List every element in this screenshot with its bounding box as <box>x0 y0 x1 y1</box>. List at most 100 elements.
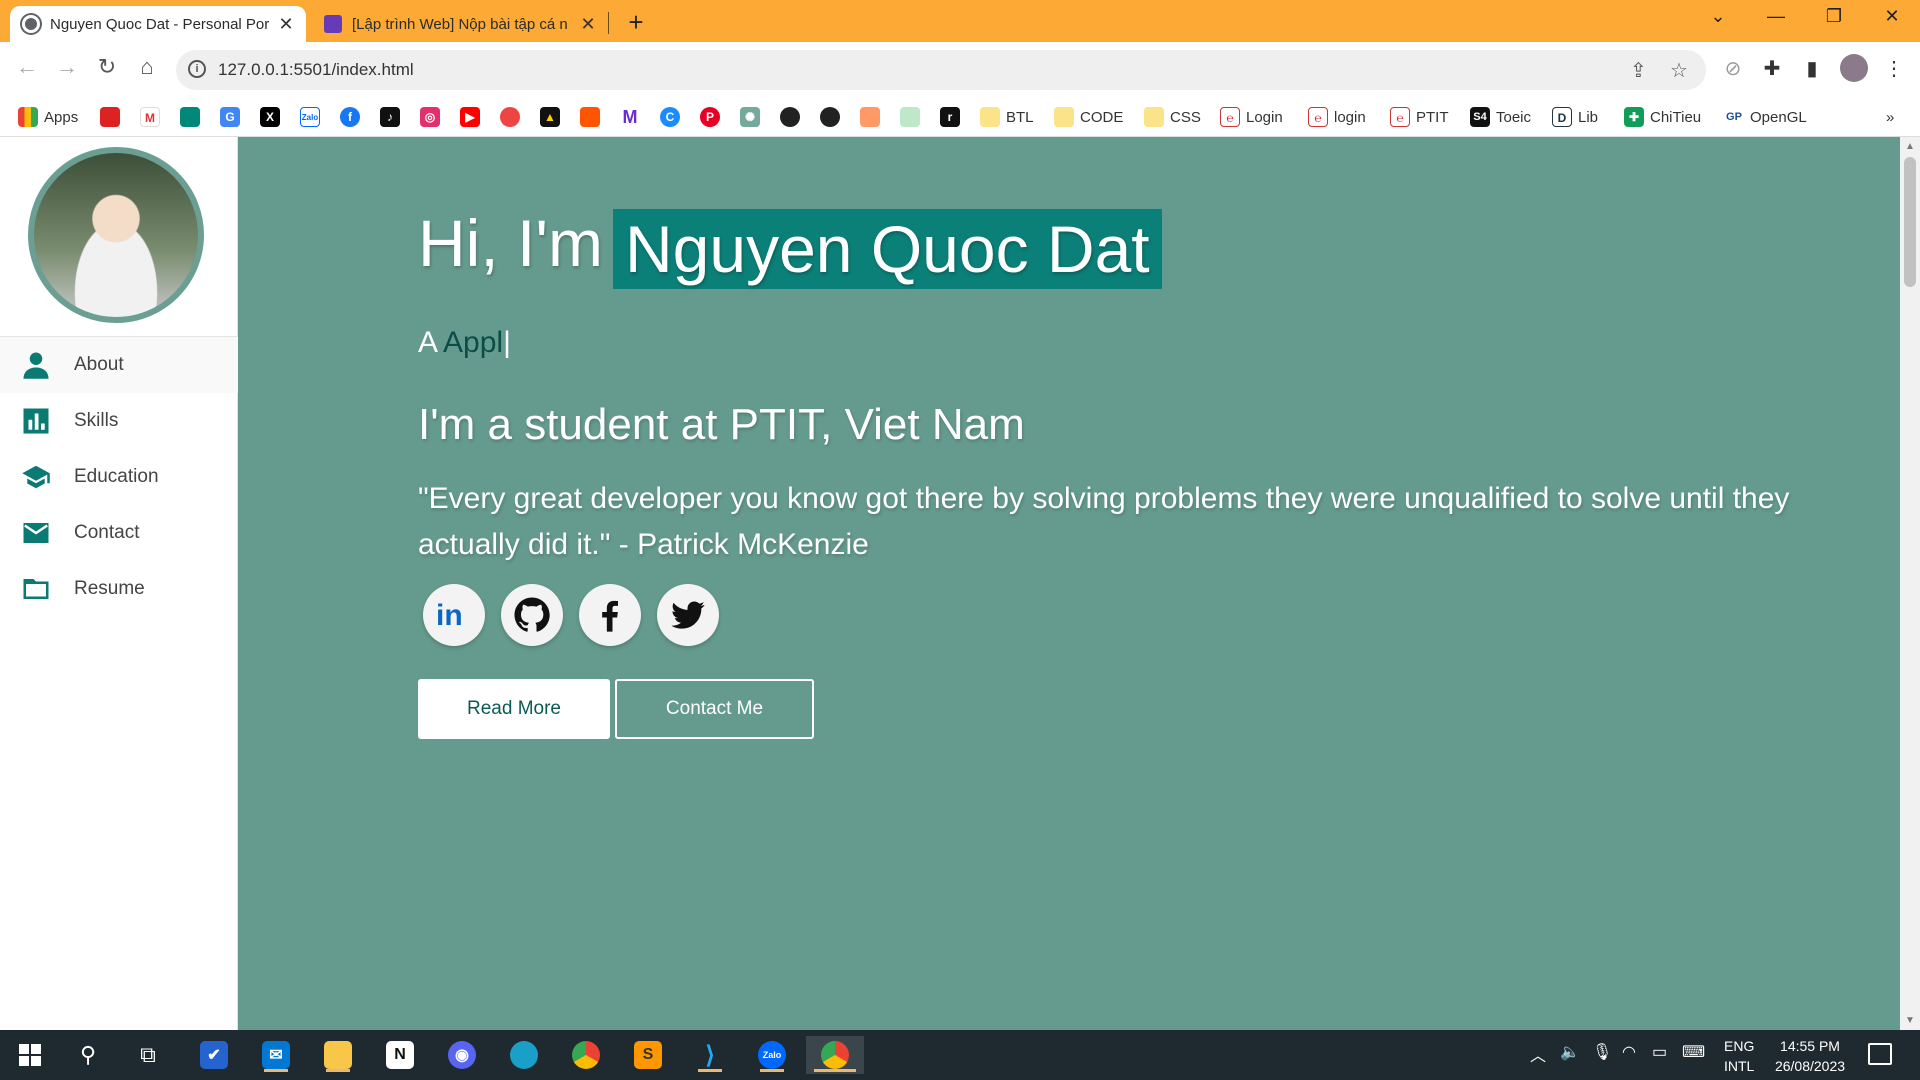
bookmark-rapid[interactable]: r <box>940 105 966 129</box>
search-icon[interactable]: ⚲ <box>68 1036 108 1074</box>
close-tab-icon[interactable]: ✕ <box>580 14 596 35</box>
bookmark-folder-css[interactable]: CSS <box>1144 105 1201 129</box>
reload-icon[interactable]: ↻ <box>92 54 122 80</box>
file-explorer-icon[interactable] <box>318 1036 358 1074</box>
sidebar-item-resume[interactable]: Resume <box>0 561 238 617</box>
sidebar-item-contact[interactable]: Contact <box>0 505 238 561</box>
todo-app-icon[interactable]: ✔ <box>194 1036 234 1074</box>
bookmark-medium[interactable]: M <box>620 105 646 129</box>
bookmark-huawei[interactable] <box>100 105 126 129</box>
discord-icon[interactable]: ◉ <box>442 1036 482 1074</box>
github-link[interactable] <box>501 584 563 646</box>
bookmarks-more-icon[interactable]: » <box>1886 105 1894 129</box>
bookmark-soundcloud[interactable] <box>580 105 606 129</box>
url-text[interactable]: 127.0.0.1:5501/index.html <box>218 60 414 80</box>
extensions-puzzle-icon[interactable]: ✚ <box>1758 56 1786 81</box>
bookmark-drive[interactable]: ▲ <box>540 105 566 129</box>
sidebar-item-label: Resume <box>74 578 145 599</box>
bookmark-meet[interactable] <box>180 105 206 129</box>
facebook-link[interactable] <box>579 584 641 646</box>
bookmark-ptit[interactable]: ℮ PTIT <box>1390 105 1449 129</box>
battery-icon[interactable]: ▭ <box>1652 1042 1667 1062</box>
bookmark-zalo[interactable]: Zalo <box>300 105 326 129</box>
restore-button[interactable]: ❐ <box>1814 6 1854 27</box>
bookmark-translate[interactable]: G <box>220 105 246 129</box>
taskbar-clock[interactable]: 14:55 PM 26/08/2023 <box>1768 1036 1852 1076</box>
bookmark-gmail[interactable]: M <box>140 105 166 129</box>
bookmark-figma[interactable] <box>860 105 886 129</box>
bookmark-tiktok[interactable]: ♪ <box>380 105 406 129</box>
wifi-icon[interactable]: ◠ <box>1622 1042 1636 1062</box>
page-scrollbar[interactable]: ▲ ▼ <box>1900 137 1920 1030</box>
windows-start-icon[interactable] <box>10 1036 50 1074</box>
chrome-active-icon[interactable] <box>806 1036 864 1074</box>
bookmark-lib[interactable]: D Lib <box>1552 105 1598 129</box>
notification-center-icon[interactable] <box>1868 1043 1892 1065</box>
bookmark-facebook[interactable]: f <box>340 105 366 129</box>
bookmark-login[interactable]: ℮ Login <box>1220 105 1283 129</box>
bookmark-chrome-app[interactable] <box>500 105 526 129</box>
profile-avatar[interactable] <box>1840 54 1868 82</box>
bookmark-github[interactable] <box>780 105 806 129</box>
bookmark-coccoc[interactable]: C <box>660 105 686 129</box>
linkedin-link[interactable]: in <box>423 584 485 646</box>
bookmark-folder-btl[interactable]: BTL <box>980 105 1034 129</box>
bookmark-chatgpt[interactable]: ✺ <box>740 105 766 129</box>
bookmark-folder-code[interactable]: CODE <box>1054 105 1123 129</box>
read-more-button[interactable]: Read More <box>418 679 610 739</box>
forward-icon[interactable]: → <box>52 54 82 80</box>
browser-toolbar: ← → ↻ ⌂ i 127.0.0.1:5501/index.html ⇪ ☆ … <box>0 42 1920 97</box>
edge-icon[interactable] <box>504 1036 544 1074</box>
bookmark-opengl[interactable]: GP OpenGL <box>1724 105 1807 129</box>
bookmark-toeic[interactable]: S4 Toeic <box>1470 105 1531 129</box>
side-panel-icon[interactable]: ▮ <box>1798 56 1826 81</box>
twitter-link[interactable] <box>657 584 719 646</box>
mail-app-icon[interactable]: ✉ <box>256 1036 296 1074</box>
chrome-icon[interactable] <box>566 1036 606 1074</box>
scroll-up-icon[interactable]: ▲ <box>1905 141 1915 152</box>
bookmark-login-2[interactable]: ℮ login <box>1308 105 1366 129</box>
sidebar-item-skills[interactable]: Skills <box>0 393 238 449</box>
close-tab-icon[interactable]: ✕ <box>278 14 294 35</box>
bookmark-instagram[interactable]: ◎ <box>420 105 446 129</box>
bookmark-apps[interactable]: Apps <box>18 105 78 129</box>
scrollbar-thumb[interactable] <box>1904 157 1916 287</box>
bookmark-chitieu[interactable]: ✚ ChiTieu <box>1624 105 1701 129</box>
close-window-button[interactable]: ✕ <box>1872 6 1912 27</box>
person-icon <box>20 350 56 380</box>
bookmark-app[interactable] <box>900 105 926 129</box>
notion-icon[interactable]: N <box>380 1036 420 1074</box>
bookmark-label: Toeic <box>1496 108 1532 126</box>
minimize-button[interactable]: — <box>1756 6 1796 27</box>
site-info-icon[interactable]: i <box>188 60 206 78</box>
extension-compass-icon[interactable]: ⊘ <box>1719 56 1747 81</box>
bookmark-x[interactable]: X <box>260 105 286 129</box>
home-icon[interactable]: ⌂ <box>132 54 162 80</box>
tab-lap-trinh-web[interactable]: [Lập trình Web] Nộp bài tập cá n ✕ <box>312 6 608 42</box>
bookmark-pinterest[interactable]: P <box>700 105 726 129</box>
input-language[interactable]: ENG INTL <box>1724 1036 1754 1076</box>
bookmark-github-2[interactable] <box>820 105 846 129</box>
tab-search-icon[interactable]: ⌄ <box>1698 6 1738 27</box>
bookmark-star-icon[interactable]: ☆ <box>1670 58 1688 83</box>
new-tab-button[interactable]: + <box>624 7 648 38</box>
zalo-app-icon[interactable]: Zalo <box>752 1036 792 1074</box>
tray-expand-icon[interactable]: ︿ <box>1530 1042 1546 1066</box>
microphone-icon[interactable]: 🎙 <box>1592 1042 1612 1062</box>
address-bar[interactable]: i 127.0.0.1:5501/index.html ⇪ ☆ <box>176 50 1706 90</box>
contact-me-button[interactable]: Contact Me <box>615 679 814 739</box>
tab-portfolio[interactable]: Nguyen Quoc Dat - Personal Por ✕ <box>10 6 306 42</box>
github-icon <box>780 107 800 127</box>
bookmark-youtube[interactable]: ▶ <box>460 105 486 129</box>
vscode-icon[interactable]: ⟩ <box>690 1036 730 1074</box>
share-icon[interactable]: ⇪ <box>1630 58 1647 83</box>
keyboard-icon[interactable]: ⌨ <box>1682 1042 1705 1062</box>
sublime-text-icon[interactable]: S <box>628 1036 668 1074</box>
back-icon[interactable]: ← <box>12 54 42 80</box>
task-view-icon[interactable]: ⧉ <box>128 1036 168 1074</box>
sidebar-item-education[interactable]: Education <box>0 449 238 505</box>
volume-icon[interactable]: 🔈 <box>1560 1042 1580 1062</box>
menu-kebab-icon[interactable]: ⋮ <box>1880 56 1908 81</box>
sidebar-item-about[interactable]: About <box>0 337 238 393</box>
scroll-down-icon[interactable]: ▼ <box>1905 1015 1915 1026</box>
